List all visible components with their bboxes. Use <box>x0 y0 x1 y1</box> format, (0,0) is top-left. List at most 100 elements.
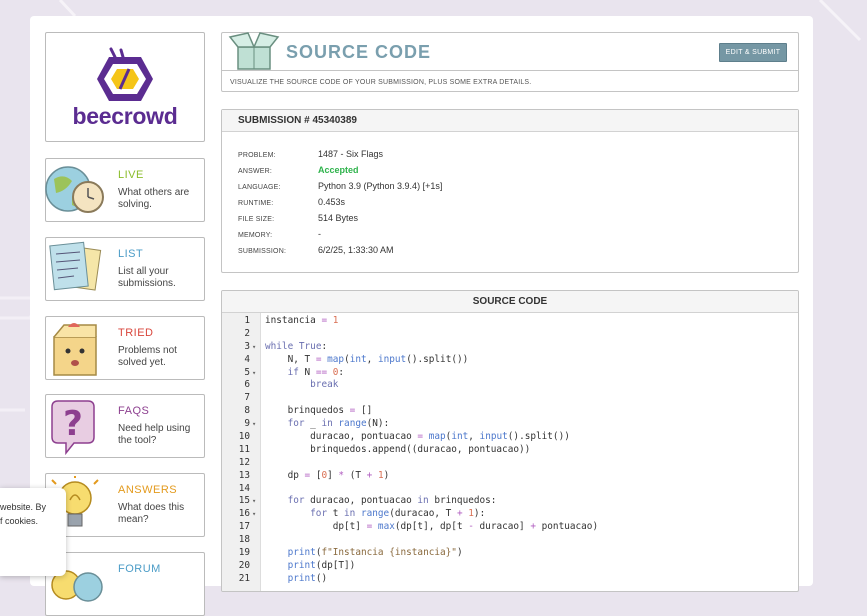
code-line: 1 instancia = 1 <box>222 315 798 328</box>
detail-label: SUBMISSION: <box>238 248 287 255</box>
code-text: print() <box>287 572 328 584</box>
sidebar-item-tried[interactable]: TRIED Problems not solved yet. <box>45 316 205 380</box>
code-line: 9 ▾ for _ in range(N): <box>222 418 798 431</box>
detail-value: 0.453s <box>318 197 346 207</box>
box-face-icon <box>53 323 97 376</box>
sidebar-item-live[interactable]: LIVE What others are solving. <box>45 158 205 222</box>
globe-clock-icon <box>45 166 104 213</box>
code-line: 16 ▾ for t in range(duracao, T + 1): <box>222 508 798 521</box>
sidebar-item-forum[interactable]: FORUM <box>45 552 205 616</box>
code-text: N, T = map(int, input().split()) <box>265 353 469 365</box>
line-number: 5 <box>244 366 250 378</box>
edit-submit-button[interactable]: EDIT & SUBMIT <box>719 43 787 62</box>
line-number: 6 <box>244 379 250 391</box>
code-text: while True: <box>265 340 328 352</box>
code-line: 12 <box>222 457 798 470</box>
source-code-header: SOURCE CODE EDIT & SUBMIT VISUALIZE THE … <box>221 32 799 92</box>
detail-value: 6/2/25, 1:33:30 AM <box>318 245 394 255</box>
code-text: print(dp[T]) <box>287 559 356 571</box>
code-text: for t in range(duracao, T + 1): <box>310 508 486 520</box>
line-number: 15 <box>238 495 250 507</box>
code-line: 6 break <box>222 379 798 392</box>
fold-toggle-icon[interactable]: ▾ <box>252 367 256 380</box>
code-line: 15 ▾ for duracao, pontuacao in brinquedos… <box>222 495 798 508</box>
code-line: 3 ▾ while True: <box>222 341 798 354</box>
nav-title-live: LIVE <box>118 169 144 181</box>
detail-label: LANGUAGE: <box>238 184 281 191</box>
nav-title-faqs: FAQS <box>118 405 150 417</box>
page-title: SOURCE CODE <box>286 42 432 62</box>
nav-title-forum: FORUM <box>118 563 161 575</box>
sidebar-item-faqs[interactable]: ? FAQS Need help using the tool? <box>45 394 205 458</box>
line-number: 13 <box>238 469 250 481</box>
line-number: 19 <box>238 547 250 559</box>
line-number: 1 <box>244 315 250 326</box>
nav-title-list: LIST <box>118 248 144 260</box>
fold-toggle-icon[interactable]: ▾ <box>252 418 256 431</box>
code-line: 8 brinquedos = [] <box>222 405 798 418</box>
line-number: 3 <box>244 340 250 352</box>
sidebar-item-answers[interactable]: ANSWERS What does this mean? <box>45 473 205 537</box>
sidebar-item-list[interactable]: LIST List all your submissions. <box>45 237 205 301</box>
code-line: 7 <box>222 392 798 405</box>
code-editor[interactable]: 1 instancia = 1 2 3 ▾ while True: 4 N, T = map… <box>222 315 798 586</box>
detail-label: PROBLEM: <box>238 152 276 159</box>
code-text: break <box>310 379 339 391</box>
code-line: 18 <box>222 534 798 547</box>
detail-label: FILE SIZE: <box>238 216 275 223</box>
code-text: for duracao, pontuacao in brinquedos: <box>287 495 497 507</box>
brand-logo[interactable]: beecrowd <box>45 32 205 142</box>
answer-status: Accepted <box>318 165 359 175</box>
code-text: brinquedos.append((duracao, pontuacao)) <box>265 443 531 455</box>
open-box-icon <box>228 32 280 70</box>
brand-name: beecrowd <box>72 103 178 129</box>
detail-label: ANSWER: <box>238 168 273 175</box>
nav-desc-list: List all your submissions. <box>118 266 176 289</box>
submission-panel: SUBMISSION # 45340389 PROBLEM: 1487 - Si… <box>221 109 799 273</box>
cookie-text-line: website. By <box>0 502 47 512</box>
line-number: 16 <box>238 508 250 520</box>
code-text: brinquedos = [] <box>265 405 373 417</box>
code-text: instancia = 1 <box>265 315 339 326</box>
line-number: 21 <box>238 572 250 584</box>
line-number: 8 <box>244 405 250 417</box>
line-number: 12 <box>238 456 250 468</box>
detail-value: 514 Bytes <box>318 213 359 223</box>
line-number: 4 <box>244 353 250 365</box>
code-line: 17 dp[t] = max(dp[t], dp[t - duracao] + … <box>222 521 798 534</box>
nav-desc-answers: What does this mean? <box>118 502 185 525</box>
code-line: 19 print(f"Instancia {instancia}") <box>222 547 798 560</box>
source-code-title: SOURCE CODE <box>472 296 548 307</box>
code-line: 4 N, T = map(int, input().split()) <box>222 354 798 367</box>
code-text: for _ in range(N): <box>287 418 390 430</box>
nav-title-answers: ANSWERS <box>118 484 178 496</box>
line-number: 10 <box>238 431 250 443</box>
code-text: dp = [0] * (T + 1) <box>265 469 390 481</box>
cookie-text-line: f cookies. <box>0 516 39 526</box>
fold-toggle-icon[interactable]: ▾ <box>252 495 256 508</box>
line-number: 20 <box>238 559 250 571</box>
papers-icon <box>49 241 102 291</box>
line-number: 14 <box>238 482 250 494</box>
code-text: if N == 0: <box>287 366 345 378</box>
problem-link[interactable]: 1487 - Six Flags <box>318 149 383 159</box>
main-container: beecrowd LIVE What others are solving. L… <box>30 16 813 616</box>
code-line: 14 <box>222 483 798 496</box>
code-line: 5 ▾ if N == 0: <box>222 367 798 380</box>
source-code-panel: SOURCE CODE 1 instancia = 1 2 3 ▾ while True:… <box>221 290 799 592</box>
nav-title-tried: TRIED <box>118 327 154 339</box>
line-number: 7 <box>244 392 250 404</box>
code-line: 11 brinquedos.append((duracao, pontuacao… <box>222 444 798 457</box>
code-text: print(f"Instancia {instancia}") <box>287 547 463 559</box>
code-line: 21 print() <box>222 573 798 586</box>
line-number: 11 <box>238 443 250 455</box>
detail-label: MEMORY: <box>238 232 273 239</box>
fold-toggle-icon[interactable]: ▾ <box>252 508 256 521</box>
submission-title: SUBMISSION # 45340389 <box>238 115 357 126</box>
code-line: 13 dp = [0] * (T + 1) <box>222 470 798 483</box>
code-text: duracao, pontuacao = map(int, input().sp… <box>265 431 570 443</box>
fold-toggle-icon[interactable]: ▾ <box>252 341 256 354</box>
code-line: 20 print(dp[T]) <box>222 560 798 573</box>
line-number: 17 <box>238 521 250 533</box>
line-number: 9 <box>244 418 250 430</box>
